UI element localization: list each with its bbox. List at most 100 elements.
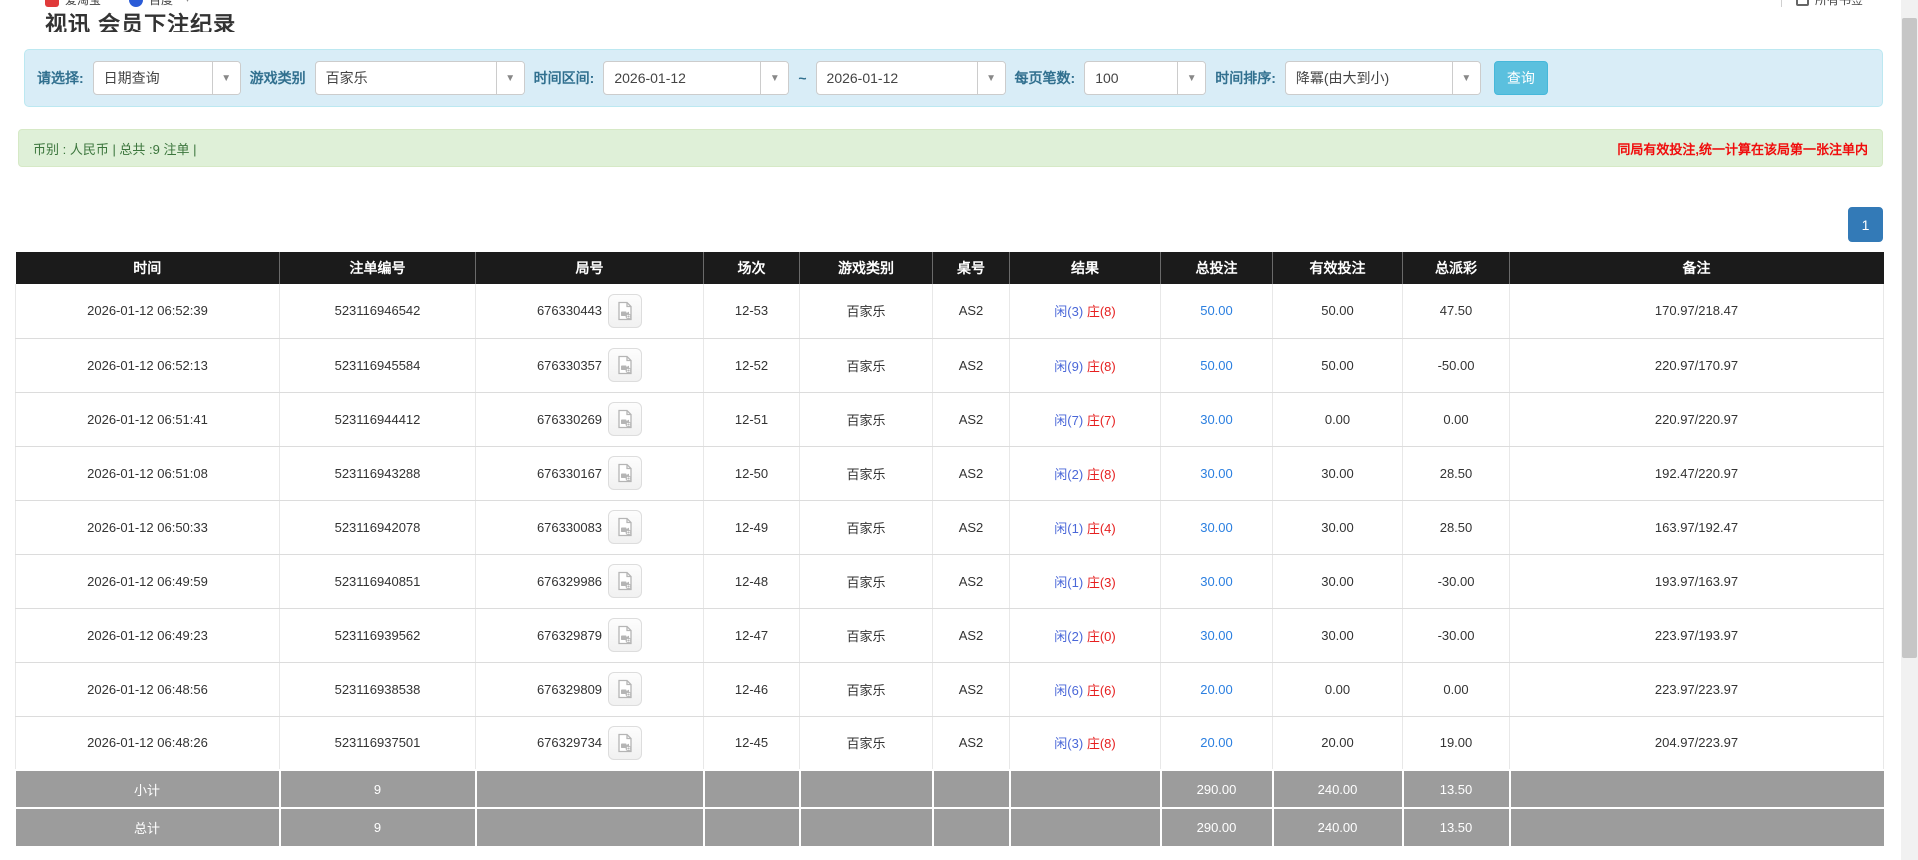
chevron-down-icon[interactable]: ▼: [495, 62, 524, 94]
cell-result: 闲(1) 庄(3): [1009, 554, 1161, 609]
cell-valid-bet: 30.00: [1272, 608, 1403, 663]
cell-round: 676330083: [475, 500, 704, 555]
cell-session: 12-49: [703, 500, 800, 555]
chevron-down-icon[interactable]: ▼: [1177, 62, 1206, 94]
cell-round: 676330357: [475, 338, 704, 393]
video-file-icon: [618, 517, 632, 537]
result-player: 闲(1): [1054, 574, 1084, 590]
round-number: 676329986: [536, 573, 603, 589]
total-bet-link[interactable]: 50.00: [1200, 303, 1233, 318]
page-1-button[interactable]: 1: [1848, 207, 1883, 242]
video-replay-button[interactable]: [608, 348, 643, 382]
cell-note: 192.47/220.97: [1509, 446, 1884, 501]
cell-time: 2026-01-12 06:48:26: [15, 716, 280, 771]
tfoot-cell: 290.00: [1160, 807, 1274, 846]
total-bet-link[interactable]: 20.00: [1200, 682, 1233, 697]
total-bet-link[interactable]: 30.00: [1200, 412, 1233, 427]
time-sort-label: 时间排序:: [1215, 70, 1276, 86]
tfoot-cell: [799, 769, 934, 808]
cell-payout: -30.00: [1402, 554, 1510, 609]
cell-bet-id: 523116940851: [279, 554, 476, 609]
cell-session: 12-53: [703, 284, 800, 339]
query-type-select[interactable]: 日期查询 ▼: [92, 61, 241, 95]
total-bet-link[interactable]: 30.00: [1200, 574, 1233, 589]
cell-time: 2026-01-12 06:49:23: [15, 608, 280, 663]
date-to-select[interactable]: 2026-01-12 ▼: [815, 61, 1006, 95]
tfoot-cell: 13.50: [1402, 769, 1511, 808]
chevron-down-icon[interactable]: ▼: [1451, 62, 1480, 94]
video-file-icon: [618, 463, 632, 483]
video-replay-button[interactable]: [608, 510, 643, 544]
per-page-select[interactable]: 100 ▼: [1084, 61, 1207, 95]
total-bet-link[interactable]: 30.00: [1200, 628, 1233, 643]
total-bet-link[interactable]: 20.00: [1200, 735, 1233, 750]
cell-note: 170.97/218.47: [1509, 284, 1884, 339]
round-number: 676329809: [536, 681, 603, 697]
cell-session: 12-52: [703, 338, 800, 393]
time-sort-value: 降冪(由大到小): [1295, 70, 1390, 86]
cell-total-bet: 20.00: [1160, 662, 1273, 717]
cell-payout: 28.50: [1402, 500, 1510, 555]
cell-table-no: AS2: [932, 338, 1010, 393]
result-banker: 庄(8): [1086, 358, 1116, 374]
video-replay-button[interactable]: [608, 402, 643, 436]
chevron-down-icon[interactable]: ▼: [976, 62, 1005, 94]
chevron-down-icon[interactable]: ▼: [211, 62, 240, 94]
bookmark-taobao[interactable]: 爱淘宝: [65, 0, 101, 8]
total-bet-link[interactable]: 30.00: [1200, 466, 1233, 481]
tfoot-cell: 240.00: [1272, 769, 1404, 808]
round-number: 676329734: [536, 735, 603, 751]
chevron-down-icon[interactable]: ▼: [760, 62, 789, 94]
bookmark-baidu[interactable]: 百度: [149, 0, 173, 8]
scrollbar-thumb[interactable]: [1902, 18, 1917, 658]
header-cell: 局号: [475, 252, 704, 284]
taobao-favicon-icon: [45, 0, 59, 7]
table-row: 2026-01-12 06:48:56 523116938538 6763298…: [15, 662, 1884, 717]
video-replay-button[interactable]: [608, 564, 643, 598]
date-from-select[interactable]: 2026-01-12 ▼: [603, 61, 790, 95]
all-bookmarks-label[interactable]: 所有书签: [1815, 0, 1863, 8]
cell-bet-id: 523116944412: [279, 392, 476, 447]
result-banker: 庄(8): [1086, 304, 1116, 320]
cell-bet-id: 523116943288: [279, 446, 476, 501]
cell-session: 12-45: [703, 716, 800, 771]
query-button[interactable]: 查询: [1493, 61, 1548, 95]
cell-payout: -30.00: [1402, 608, 1510, 663]
video-replay-button[interactable]: [608, 618, 643, 652]
chevron-down-icon: ▾: [185, 0, 190, 5]
result-player: 闲(1): [1054, 520, 1084, 536]
scrollbar[interactable]: [1901, 0, 1918, 860]
bookmarks-folder-icon: [1795, 0, 1809, 6]
video-replay-button[interactable]: [608, 456, 643, 490]
video-replay-button[interactable]: [608, 293, 643, 328]
cell-result: 闲(3) 庄(8): [1009, 284, 1161, 339]
total-bet-link[interactable]: 30.00: [1200, 520, 1233, 535]
cell-payout: -50.00: [1402, 338, 1510, 393]
cell-note: 220.97/170.97: [1509, 338, 1884, 393]
cell-time: 2026-01-12 06:49:59: [15, 554, 280, 609]
result-player: 闲(3): [1054, 304, 1084, 320]
game-category-label: 游戏类别: [249, 70, 306, 86]
result-banker: 庄(0): [1086, 628, 1116, 644]
cell-payout: 19.00: [1402, 716, 1510, 771]
cell-bet-id: 523116937501: [279, 716, 476, 771]
cell-game: 百家乐: [799, 338, 933, 393]
tfoot-cell: [475, 769, 705, 808]
cell-table-no: AS2: [932, 662, 1010, 717]
video-replay-button[interactable]: [608, 725, 643, 760]
cell-time: 2026-01-12 06:48:56: [15, 662, 280, 717]
tfoot-cell: [475, 807, 705, 846]
cell-note: 223.97/193.97: [1509, 608, 1884, 663]
cell-valid-bet: 30.00: [1272, 554, 1403, 609]
game-category-select[interactable]: 百家乐 ▼: [314, 61, 525, 95]
cell-table-no: AS2: [932, 554, 1010, 609]
video-file-icon: [618, 679, 632, 699]
total-bet-link[interactable]: 50.00: [1200, 358, 1233, 373]
cell-bet-id: 523116938538: [279, 662, 476, 717]
video-replay-button[interactable]: [608, 672, 643, 706]
cell-bet-id: 523116942078: [279, 500, 476, 555]
round-number: 676330443: [536, 303, 603, 319]
tfoot-cell: 290.00: [1160, 769, 1274, 808]
cell-time: 2026-01-12 06:52:13: [15, 338, 280, 393]
time-sort-select[interactable]: 降冪(由大到小) ▼: [1284, 61, 1481, 95]
